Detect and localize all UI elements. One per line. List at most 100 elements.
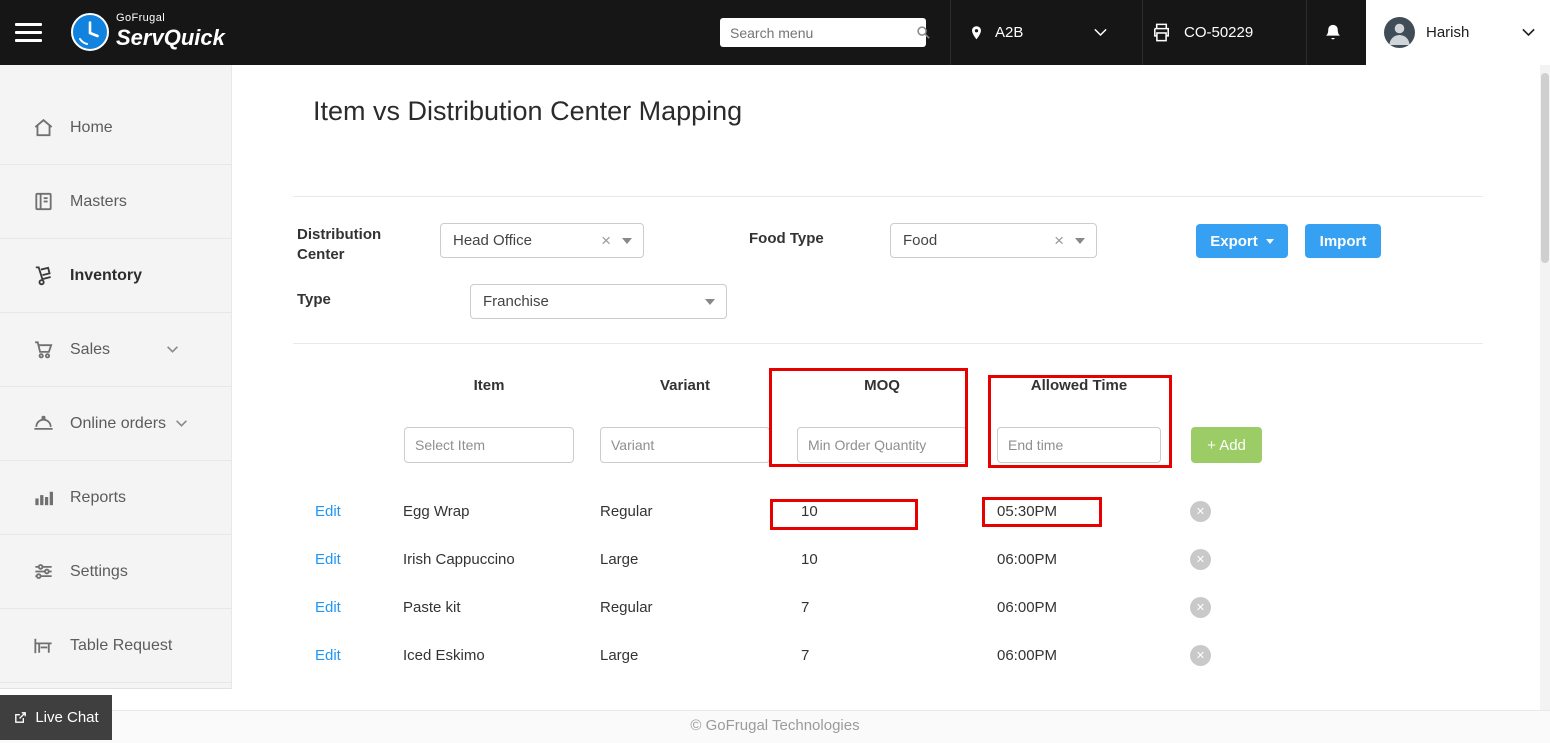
row-item-name: Iced Eskimo: [403, 641, 485, 671]
add-label: + Add: [1207, 437, 1246, 454]
topbar-divider: [1142, 0, 1143, 65]
food-type-dropdown[interactable]: Food: [890, 223, 1097, 258]
table-row: Edit Paste kit Regular 7 06:00PM: [232, 593, 1540, 623]
chevron-down-icon: [166, 345, 179, 354]
chevron-down-icon: [705, 299, 715, 305]
row-edit-link[interactable]: Edit: [315, 545, 341, 575]
sidebar-item-label: Inventory: [70, 267, 142, 285]
delete-icon[interactable]: [1190, 645, 1211, 666]
brand-logo-icon[interactable]: [70, 12, 110, 52]
user-name: Harish: [1426, 24, 1469, 41]
chevron-down-icon: [1075, 238, 1085, 244]
chevron-down-icon: [1266, 239, 1274, 244]
row-variant: Regular: [600, 497, 653, 527]
row-moq: 10: [801, 545, 818, 575]
add-button[interactable]: + Add: [1191, 427, 1262, 463]
search-input[interactable]: [720, 25, 915, 41]
table-icon: [31, 634, 55, 658]
cart-icon: [31, 338, 55, 362]
location-selector[interactable]: A2B: [968, 0, 1108, 65]
topbar-divider: [1306, 0, 1307, 65]
sidebar-item-home[interactable]: Home: [0, 91, 231, 165]
clear-icon[interactable]: [597, 232, 618, 249]
external-link-icon: [13, 710, 28, 725]
sidebar-item-table-request[interactable]: Table Request: [0, 609, 231, 683]
brand-name-small: GoFrugal: [116, 13, 225, 24]
distribution-center-dropdown[interactable]: Head Office: [440, 223, 644, 258]
type-dropdown[interactable]: Franchise: [470, 284, 727, 319]
moq-input[interactable]: [797, 427, 967, 463]
vertical-scrollbar[interactable]: [1540, 65, 1550, 710]
bar-chart-icon: [31, 486, 55, 510]
end-time-input[interactable]: [997, 427, 1161, 463]
user-avatar: [1384, 17, 1415, 48]
counter-label: CO-50229: [1184, 24, 1253, 41]
table-row: Edit Egg Wrap Regular 10 05:30PM: [232, 497, 1540, 527]
table-row: Edit Iced Eskimo Large 7 06:00PM: [232, 641, 1540, 671]
distribution-center-value: Head Office: [453, 232, 532, 249]
sidebar-item-online-orders[interactable]: Online orders: [0, 387, 231, 461]
row-allowed-time: 06:00PM: [997, 545, 1057, 575]
page-footer: © GoFrugal Technologies: [0, 710, 1550, 743]
divider: [293, 196, 1483, 197]
location-label: A2B: [995, 24, 1023, 41]
variant-input[interactable]: [600, 427, 770, 463]
row-variant: Large: [600, 641, 638, 671]
hamburger-menu-icon[interactable]: [15, 23, 42, 42]
notifications-button[interactable]: [1322, 0, 1344, 65]
row-moq: 10: [801, 497, 818, 527]
sidebar-item-masters[interactable]: Masters: [0, 165, 231, 239]
row-item-name: Paste kit: [403, 593, 461, 623]
column-header-variant: Variant: [600, 377, 770, 394]
sidebar-item-label: Masters: [70, 193, 127, 211]
type-label: Type: [297, 291, 331, 308]
location-pin-icon: [968, 22, 985, 44]
export-button[interactable]: Export: [1196, 224, 1288, 258]
row-item-name: Irish Cappuccino: [403, 545, 515, 575]
footer-text: © GoFrugal Technologies: [690, 717, 859, 734]
menu-search[interactable]: [720, 18, 926, 47]
scrollbar-thumb[interactable]: [1541, 73, 1549, 263]
row-edit-link[interactable]: Edit: [315, 593, 341, 623]
sidebar-item-sales[interactable]: Sales: [0, 313, 231, 387]
topbar: GoFrugal ServQuick A2B CO-50229 Harish: [0, 0, 1550, 65]
printer-icon: [1150, 21, 1173, 44]
delete-icon[interactable]: [1190, 549, 1211, 570]
row-variant: Regular: [600, 593, 653, 623]
search-icon[interactable]: [915, 24, 932, 41]
delete-icon[interactable]: [1190, 501, 1211, 522]
import-button[interactable]: Import: [1305, 224, 1381, 258]
export-label: Export: [1210, 233, 1258, 250]
row-moq: 7: [801, 641, 809, 671]
food-type-value: Food: [903, 232, 937, 249]
divider: [293, 343, 1483, 344]
sidebar-item-settings[interactable]: Settings: [0, 535, 231, 609]
counter-selector[interactable]: CO-50229: [1150, 0, 1253, 65]
bell-icon: [1322, 21, 1344, 45]
row-variant: Large: [600, 545, 638, 575]
sidebar-item-reports[interactable]: Reports: [0, 461, 231, 535]
main-content: Item vs Distribution Center Mapping Dist…: [232, 65, 1540, 710]
user-menu[interactable]: Harish: [1366, 0, 1550, 65]
live-chat-button[interactable]: Live Chat: [0, 695, 112, 740]
cloche-icon: [31, 412, 55, 436]
row-allowed-time: 06:00PM: [997, 641, 1057, 671]
column-header-item: Item: [404, 377, 574, 394]
chevron-down-icon: [622, 238, 632, 244]
row-moq: 7: [801, 593, 809, 623]
chevron-down-icon: [1521, 27, 1536, 38]
row-allowed-time: 05:30PM: [997, 497, 1057, 527]
column-header-moq: MOQ: [797, 377, 967, 394]
table-row: Edit Irish Cappuccino Large 10 06:00PM: [232, 545, 1540, 575]
row-edit-link[interactable]: Edit: [315, 497, 341, 527]
food-type-label: Food Type: [749, 230, 824, 247]
select-item-input[interactable]: [404, 427, 574, 463]
row-allowed-time: 06:00PM: [997, 593, 1057, 623]
sidebar-item-label: Online orders: [70, 415, 166, 433]
brand-name-large: ServQuick: [116, 27, 225, 49]
brand-wordmark: GoFrugal ServQuick: [116, 13, 225, 49]
clear-icon[interactable]: [1050, 232, 1071, 249]
sidebar-item-inventory[interactable]: Inventory: [0, 239, 231, 313]
row-edit-link[interactable]: Edit: [315, 641, 341, 671]
delete-icon[interactable]: [1190, 597, 1211, 618]
